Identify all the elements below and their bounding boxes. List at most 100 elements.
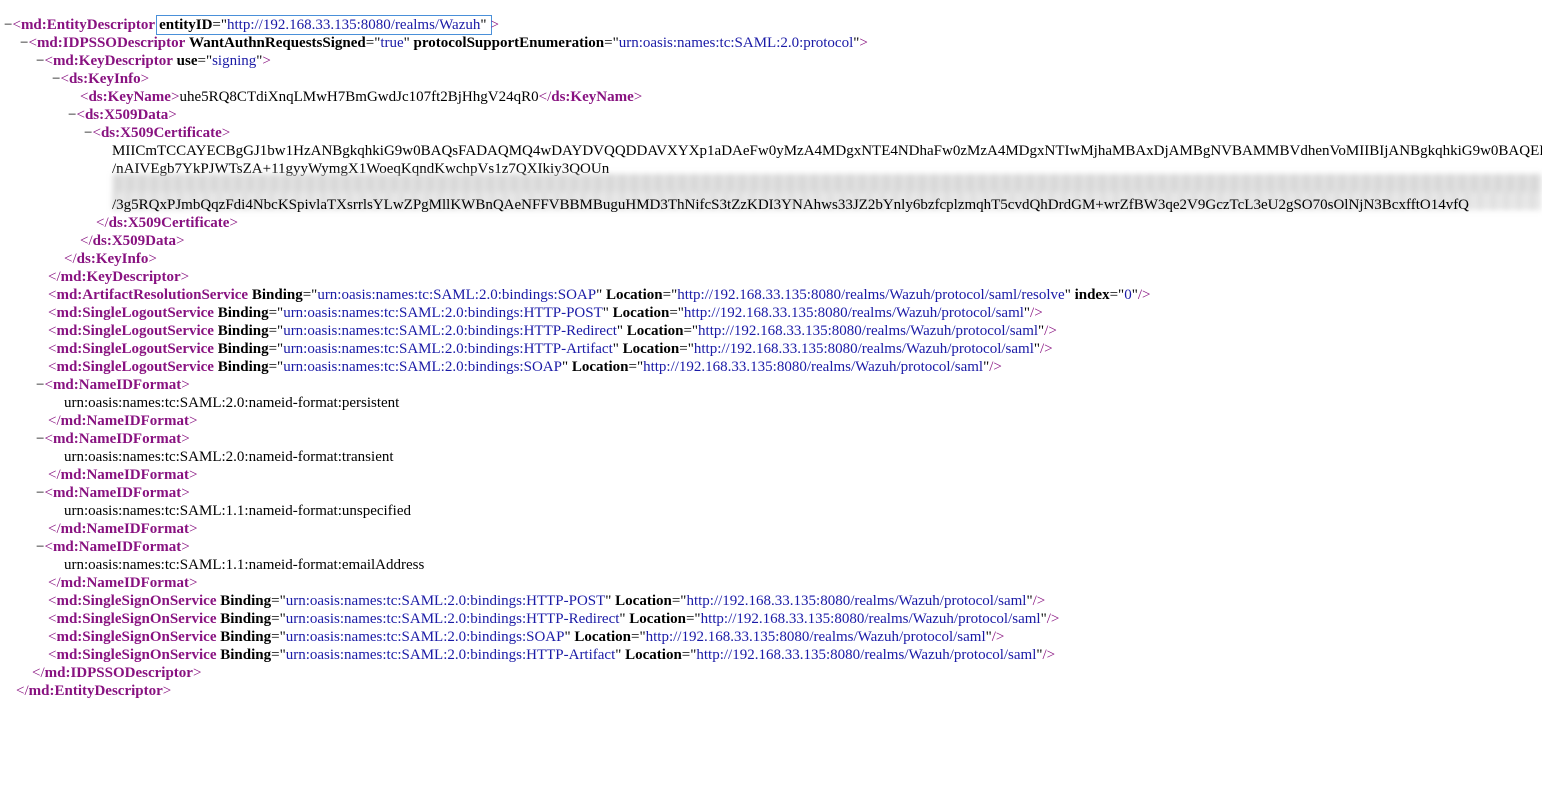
attribute-equals: =" — [271, 611, 286, 627]
attribute-name: Binding — [220, 611, 272, 627]
tag-close-bracket: > — [181, 539, 190, 555]
attribute-equals: =" — [271, 647, 286, 663]
attribute-equals: =" — [679, 341, 694, 357]
xml-line: <md:SingleSignOnService Binding="urn:oas… — [48, 628, 1004, 646]
attribute-equals: =" — [681, 647, 697, 663]
element-tag-name: md:IDPSSODescriptor — [44, 665, 193, 681]
tag-open-bracket: < — [28, 35, 37, 51]
tag-close-bracket: /> — [991, 629, 1005, 645]
xml-line: </md:NameIDFormat> — [48, 574, 197, 592]
element-tag-name: md:SingleSignOnService — [56, 593, 217, 609]
tag-close-bracket: /> — [1044, 323, 1057, 339]
element-tag-name: ds:KeyInfo — [76, 251, 149, 267]
attribute: Location="http://192.168.33.135:8080/rea… — [621, 647, 1042, 663]
end-tag-open-bracket: </ — [538, 89, 552, 105]
tag-open-bracket: </ — [16, 683, 29, 699]
tag-open-bracket: </ — [48, 467, 61, 483]
attribute: Location="http://192.168.33.135:8080/rea… — [619, 341, 1040, 357]
xml-line: </md:EntityDescriptor> — [16, 682, 171, 700]
attribute-name: Binding — [217, 341, 269, 357]
attribute-equals: =" — [683, 323, 699, 339]
attribute-value: urn:oasis:names:tc:SAML:2.0:bindings:HTT… — [285, 593, 606, 609]
tag-open-bracket: < — [44, 485, 53, 501]
attribute-value: signing — [212, 53, 257, 69]
attribute-value: http://192.168.33.135:8080/realms/Wazuh/… — [683, 305, 1024, 321]
attribute-equals: =" — [271, 629, 286, 645]
attribute-value: urn:oasis:names:tc:SAML:2.0:bindings:HTT… — [285, 611, 620, 627]
attribute: Location="http://192.168.33.135:8080/rea… — [571, 629, 991, 645]
attribute-equals: =" — [685, 611, 701, 627]
tag-open-bracket: </ — [64, 251, 77, 267]
element-tag-name: md:SingleLogoutService — [56, 341, 214, 357]
attribute-name: Location — [626, 323, 684, 339]
element-text-content: urn:oasis:names:tc:SAML:2.0:nameid-forma… — [64, 395, 400, 411]
attribute-name: entityID — [159, 17, 213, 33]
attribute-name: Location — [615, 593, 672, 609]
attribute-name: Location — [605, 287, 663, 303]
redacted-line — [113, 174, 1542, 192]
attribute-value: http://192.168.33.135:8080/realms/Wazuh/… — [645, 629, 986, 645]
xml-line: </md:KeyDescriptor> — [48, 268, 189, 286]
attribute-equals: =" — [604, 35, 619, 51]
attribute: Binding="urn:oasis:names:tc:SAML:2.0:bin… — [214, 359, 568, 375]
attribute: Binding="urn:oasis:names:tc:SAML:2.0:bin… — [214, 305, 609, 321]
tag-close-bracket: > — [181, 485, 190, 501]
attribute-value: http://192.168.33.135:8080/realms/Wazuh — [227, 17, 481, 33]
tag-close-bracket: > — [175, 233, 185, 249]
attribute-equals: =" — [268, 359, 284, 375]
tag-close-bracket: > — [192, 665, 202, 681]
tag-close-bracket: > — [262, 53, 271, 69]
xml-line: urn:oasis:names:tc:SAML:1.1:nameid-forma… — [64, 502, 411, 520]
element-tag-name: md:NameIDFormat — [52, 377, 182, 393]
attribute-equals: =" — [271, 593, 286, 609]
element-text-content: urn:oasis:names:tc:SAML:1.1:nameid-forma… — [64, 557, 425, 573]
element-tag-name: md:SingleLogoutService — [56, 305, 214, 321]
attribute-value: http://192.168.33.135:8080/realms/Wazuh/… — [677, 287, 1065, 303]
element-tag-name: md:KeyDescriptor — [52, 53, 173, 69]
attribute: Location="http://192.168.33.135:8080/rea… — [626, 611, 1046, 627]
tag-close-bracket: /> — [1137, 287, 1151, 303]
attribute-value: urn:oasis:names:tc:SAML:2.0:bindings:HTT… — [285, 647, 616, 663]
focused-attribute[interactable]: entityID="http://192.168.33.135:8080/rea… — [156, 15, 492, 35]
attribute-value: urn:oasis:names:tc:SAML:2.0:bindings:SOA… — [283, 359, 562, 375]
tag-close-bracket: > — [148, 251, 157, 267]
xml-line: −<md:NameIDFormat> — [36, 484, 190, 502]
attribute-value: urn:oasis:names:tc:SAML:2.0:protocol — [618, 35, 854, 51]
tag-close-bracket: /> — [1046, 611, 1060, 627]
xml-line: <md:SingleLogoutService Binding="urn:oas… — [48, 322, 1057, 340]
tag-close-bracket: /> — [1030, 305, 1043, 321]
attribute-value: urn:oasis:names:tc:SAML:2.0:bindings:SOA… — [285, 629, 565, 645]
xml-line: urn:oasis:names:tc:SAML:2.0:nameid-forma… — [64, 394, 399, 412]
tag-open-bracket: < — [44, 377, 53, 393]
tag-open-bracket: < — [76, 107, 85, 123]
attribute-name: use — [176, 53, 198, 69]
xml-line: −<md:EntityDescriptor entityID="http://19… — [4, 15, 499, 35]
element-tag-name: md:EntityDescriptor — [20, 17, 156, 33]
attribute: use="signing" — [173, 53, 263, 69]
tag-open-bracket: </ — [48, 521, 61, 537]
element-text-content: urn:oasis:names:tc:SAML:1.1:nameid-forma… — [64, 503, 412, 519]
tag-close-bracket: > — [162, 683, 172, 699]
tag-open-bracket: </ — [32, 665, 45, 681]
attribute-name: Binding — [220, 593, 272, 609]
attribute-name: Location — [622, 341, 680, 357]
attribute-value: urn:oasis:names:tc:SAML:2.0:bindings:HTT… — [283, 341, 613, 357]
xml-line: −<md:NameIDFormat> — [36, 376, 190, 394]
tag-close-bracket: > — [168, 107, 177, 123]
tag-open-bracket: < — [44, 539, 53, 555]
element-tag-name: md:NameIDFormat — [60, 575, 189, 591]
tag-open-bracket: </ — [48, 413, 61, 429]
xml-line: −<ds:KeyInfo> — [52, 70, 149, 88]
tag-close-bracket: > — [181, 431, 190, 447]
attribute: Binding="urn:oasis:names:tc:SAML:2.0:bin… — [248, 287, 602, 303]
xml-line: −<ds:X509Data> — [68, 106, 177, 124]
attribute-value: true — [380, 35, 404, 51]
element-tag-name: ds:X509Certificate — [100, 125, 222, 141]
attribute-equals: =" — [365, 35, 381, 51]
attribute-equals: =" — [197, 53, 213, 69]
element-tag-name: md:KeyDescriptor — [60, 269, 181, 285]
element-tag-name: md:NameIDFormat — [60, 413, 189, 429]
xml-line: </md:NameIDFormat> — [48, 520, 197, 538]
xml-line: </md:NameIDFormat> — [48, 412, 197, 430]
xml-line: </ds:X509Data> — [80, 232, 184, 250]
